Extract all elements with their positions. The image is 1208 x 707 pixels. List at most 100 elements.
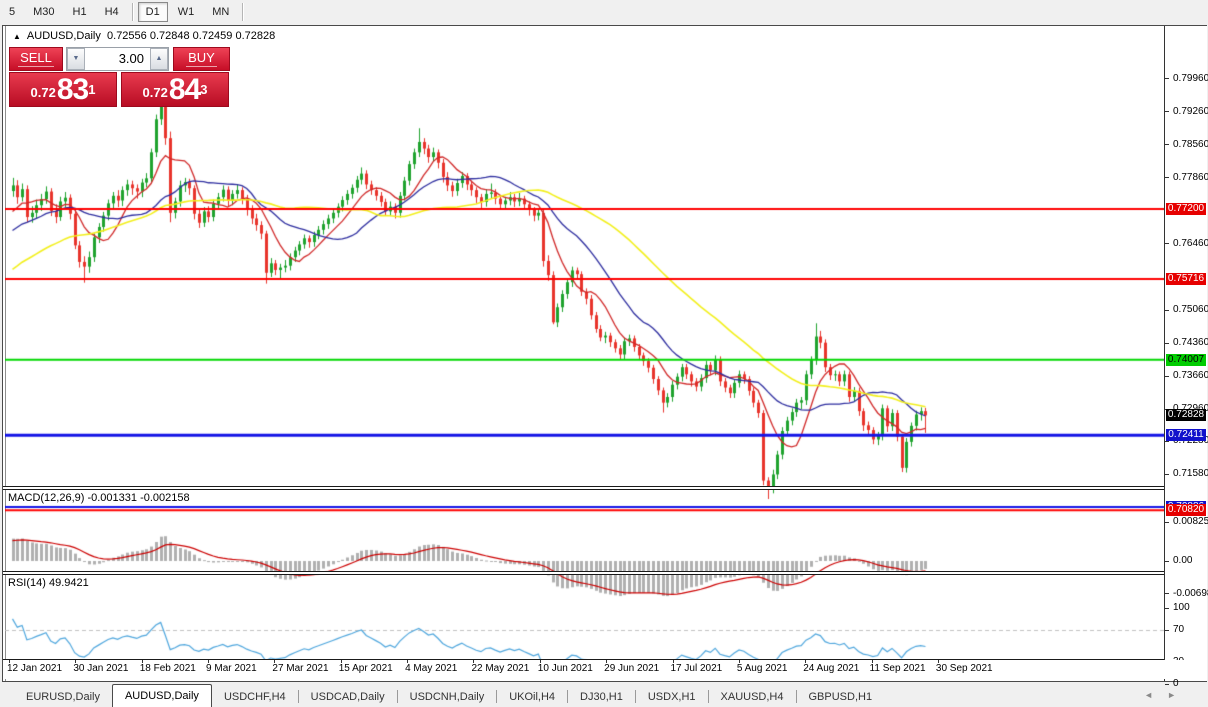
price-tick-dash [1165,177,1169,179]
date-axis[interactable]: 12 Jan 2021 30 Jan 2021 18 Feb 2021 9 Mar 2… [3,660,1206,679]
buy-button[interactable]: BUY [173,47,230,71]
price-tick: 0.76460 [1173,237,1208,249]
price-tick-dash [1165,243,1169,245]
date-label: 17 Jul 2021 [670,663,723,674]
price-tick-dash [1165,309,1169,311]
tab-usdcnh-daily[interactable]: USDCNH,Daily [398,688,497,707]
price-tick-dash [1165,144,1169,146]
price-tick: 0.75060 [1173,304,1208,316]
macd-indicator-label: MACD(12,26,9) -0.001331 -0.002158 [8,492,190,504]
main-macd-separator[interactable] [3,486,1206,490]
hline-price-label: 0.75716 [1166,273,1206,286]
timeframe-toolbar: 5 M30 H1 H4 D1 W1 MN [0,0,1208,24]
hline-price-label: 0.70820 [1166,504,1206,517]
price-tick: 0.78560 [1173,138,1208,150]
volume-input[interactable]: 3.00 [85,48,150,70]
macd-tick-dash [1165,560,1169,562]
tab-usdx-h1[interactable]: USDX,H1 [636,688,708,707]
period-button-mn[interactable]: MN [204,2,237,22]
tab-gbpusd-h1[interactable]: GBPUSD,H1 [797,688,885,707]
volume-spinner: ▼ 3.00 ▲ [66,47,169,71]
rsi-tick-dash [1165,607,1169,609]
price-tick-dash [1165,78,1169,80]
period-button-m30[interactable]: M30 [25,2,62,22]
macd-tick: 0.00 [1173,555,1193,566]
period-button-w1[interactable]: W1 [170,2,203,22]
macd-tick: 0.008253 [1173,516,1208,527]
rsi-tick-dash [1165,629,1169,631]
chart-title-symbol: AUDUSD,Daily [26,30,101,42]
chart-window: ▲ AUDUSD,Daily 0.72556 0.72848 0.72459 0.… [2,25,1208,689]
buy-price-sup: 3 [200,82,208,97]
sell-price-box[interactable]: 0.72 83 1 [9,72,117,107]
price-tick: 0.73660 [1173,370,1208,382]
sell-button-label: SELL [18,50,54,67]
tab-scroll-left-icon[interactable]: ◄ [1144,690,1167,700]
date-label: 11 Sep 2021 [869,663,926,674]
date-label: 9 Mar 2021 [206,663,257,674]
symbol-tab-bar: EURUSD,Daily AUDUSD,Daily USDCHF,H4 USDCAD,… [0,682,1208,707]
hline-price-label: 0.74007 [1166,353,1206,366]
rsi-indicator-label: RSI(14) 49.9421 [8,577,89,589]
price-tick-dash [1165,342,1169,344]
tab-usdcad-daily[interactable]: USDCAD,Daily [299,688,397,707]
chart-title: ▲ AUDUSD,Daily 0.72556 0.72848 0.72459 0.… [13,30,275,42]
date-label: 12 Jan 2021 [7,663,63,674]
tab-ukoil-h4[interactable]: UKOil,H4 [497,688,567,707]
tab-scroll-right-icon[interactable]: ► [1167,690,1190,700]
price-tick: 0.71580 [1173,468,1208,480]
rsi-tick: 70 [1173,624,1185,635]
hline-price-label: 0.72411 [1166,429,1206,442]
collapse-icon[interactable]: ▲ [13,32,21,41]
toolbar-separator [242,3,244,21]
sell-button[interactable]: SELL [9,47,63,71]
trading-terminal: 5 M30 H1 H4 D1 W1 MN ▲ AUDUSD,Daily 0.72556 0.7… [0,0,1208,707]
buy-price-box[interactable]: 0.72 84 3 [121,72,229,107]
chart-title-ohlc: 0.72556 0.72848 0.72459 0.72828 [107,30,276,42]
sell-price-big: 83 [56,73,89,106]
current-price-label: 0.72828 [1166,409,1206,422]
price-tick: 0.79960 [1173,72,1208,84]
volume-increase-button[interactable]: ▲ [150,48,168,70]
macd-tick: -0.006983 [1173,587,1208,599]
period-button-h4[interactable]: H4 [97,2,127,22]
sell-price-sup: 1 [88,82,96,97]
date-label: 15 Apr 2021 [338,663,393,674]
date-label: 10 Jun 2021 [537,663,593,674]
date-label: 29 Jun 2021 [604,663,660,674]
hline-price-label: 0.77200 [1166,203,1206,216]
tab-scroll-arrows[interactable]: ◄► [1144,690,1190,700]
price-tick-dash [1165,473,1169,475]
buy-price-big: 84 [168,73,201,106]
candlestick-chart-canvas[interactable] [5,53,1164,686]
period-button-h1[interactable]: H1 [65,2,95,22]
date-label: 30 Jan 2021 [73,663,129,674]
rsi-tick: 100 [1173,602,1190,613]
sell-price-small: 0.72 [30,85,56,100]
period-button-5[interactable]: 5 [1,2,23,22]
period-button-d1[interactable]: D1 [137,2,168,22]
tab-eurusd-daily[interactable]: EURUSD,Daily [14,688,112,707]
tab-usdchf-h4[interactable]: USDCHF,H4 [212,688,298,707]
tab-audusd-daily[interactable]: AUDUSD,Daily [111,684,212,707]
buy-button-label: BUY [186,50,217,67]
macd-tick-dash [1165,593,1169,595]
price-tick: 0.74360 [1173,337,1208,349]
one-click-trade-widget: SELL ▼ 3.00 ▲ BUY 0.72 83 1 0.72 84 3 [9,47,230,107]
date-label: 4 May 2021 [405,663,458,674]
macd-tick-dash [1165,521,1169,523]
toolbar-separator [131,3,133,21]
tab-dj30-h1[interactable]: DJ30,H1 [568,688,635,707]
price-tick-dash [1165,111,1169,113]
macd-rsi-separator[interactable] [3,571,1206,575]
date-label: 24 Aug 2021 [803,663,860,674]
date-label: 27 Mar 2021 [272,663,329,674]
price-tick: 0.79260 [1173,105,1208,117]
date-label: 22 May 2021 [471,663,530,674]
date-label: 18 Feb 2021 [139,663,196,674]
price-tick: 0.77860 [1173,171,1208,183]
date-label: 5 Aug 2021 [736,663,788,674]
tab-xauusd-h4[interactable]: XAUUSD,H4 [709,688,796,707]
volume-decrease-button[interactable]: ▼ [67,48,85,70]
price-tick-dash [1165,375,1169,377]
